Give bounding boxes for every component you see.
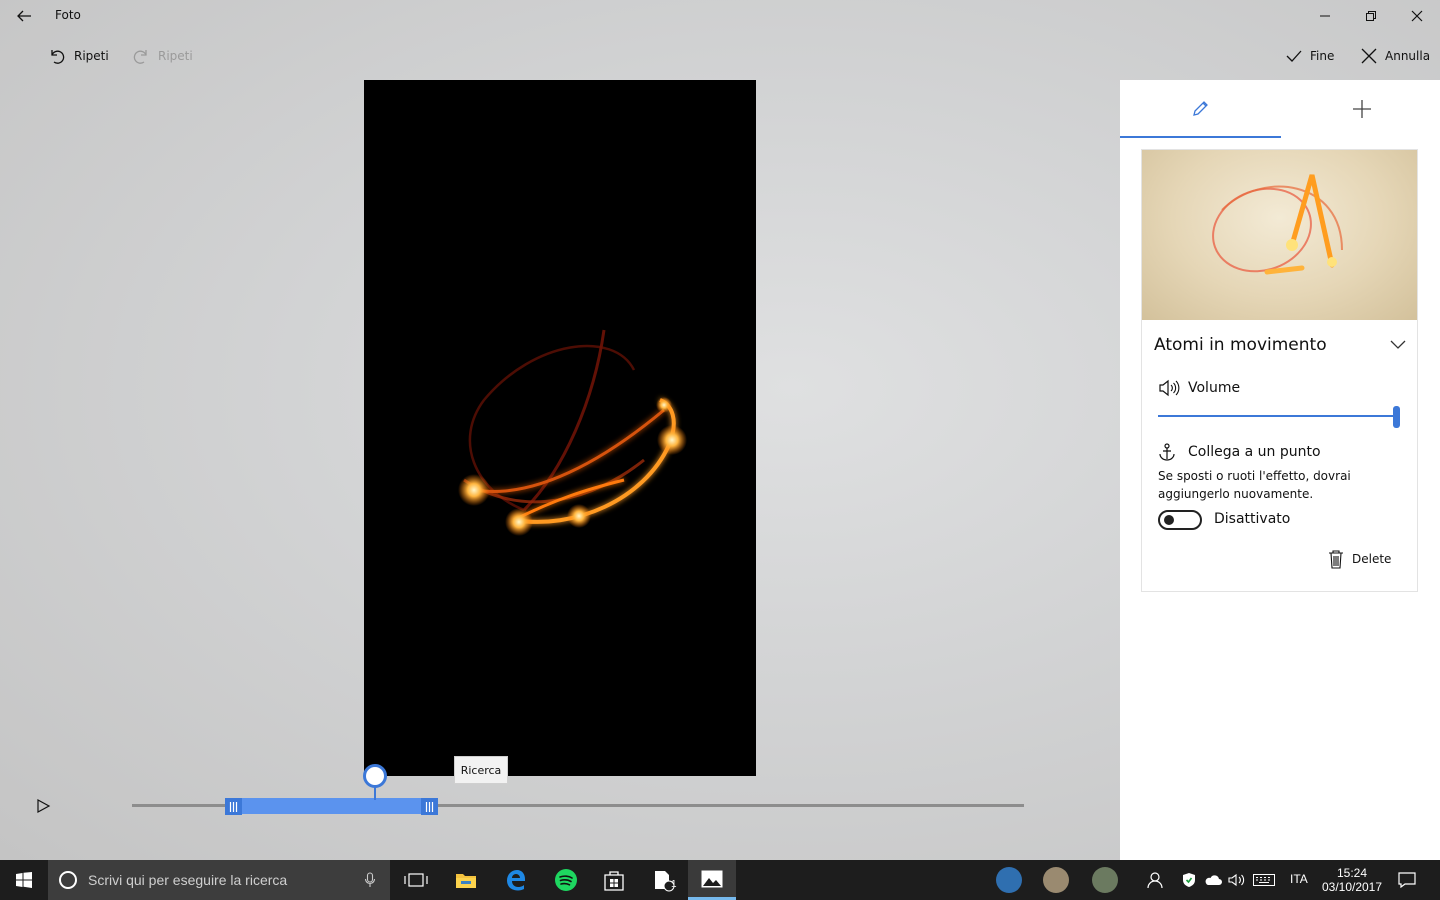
- title-bar: Foto: [0, 0, 1440, 32]
- effect-preview-graphic: [1212, 174, 1343, 275]
- video-preview[interactable]: [364, 80, 756, 776]
- task-view-button[interactable]: [392, 860, 440, 900]
- volume-icon: [1158, 379, 1180, 401]
- anchor-label: Collega a un punto: [1188, 444, 1321, 460]
- anchor-toggle[interactable]: [1158, 510, 1202, 530]
- action-center-button[interactable]: [1392, 860, 1422, 900]
- tab-edit[interactable]: [1120, 80, 1281, 138]
- undo-label: Ripeti: [74, 49, 109, 63]
- pencil-icon: [1192, 101, 1208, 116]
- clock-time: 15:24: [1336, 866, 1368, 880]
- document-badge: 1: [671, 879, 677, 890]
- cortana-icon: [59, 871, 77, 889]
- search-placeholder: Scrivi qui per eseguire la ricerca: [88, 872, 288, 888]
- play-button[interactable]: [34, 797, 52, 815]
- done-button[interactable]: Fine: [1286, 44, 1334, 68]
- redo-button[interactable]: Ripeti: [132, 44, 193, 68]
- volume-tray-button[interactable]: [1226, 860, 1248, 900]
- folder-icon: [456, 874, 476, 888]
- scrubber-handle[interactable]: [363, 764, 387, 788]
- anchor-icon: [1158, 443, 1176, 465]
- grip-icon: [229, 801, 238, 812]
- windows-logo-icon: [16, 872, 32, 888]
- effect-card: Atomi in movimento Volume Collega a un p…: [1141, 149, 1418, 592]
- back-arrow-icon: [17, 10, 31, 22]
- notification-icon: [1398, 872, 1416, 888]
- photos-app-window: Foto Ripeti Ripeti Fine Annulla Ricerca …: [0, 0, 1440, 860]
- close-button[interactable]: [1394, 0, 1440, 32]
- spotify-icon: [555, 869, 577, 891]
- toggle-state-label: Disattivato: [1214, 511, 1291, 527]
- photos-icon: [701, 870, 723, 887]
- checkmark-icon: [1286, 50, 1302, 62]
- done-label: Fine: [1310, 49, 1335, 63]
- store-button[interactable]: [590, 860, 638, 900]
- contact-avatar-1[interactable]: [996, 867, 1022, 893]
- keyboard-tray-button[interactable]: [1250, 860, 1278, 900]
- taskbar: Scrivi qui per eseguire la ricerca 1 ITA: [0, 860, 1440, 900]
- minimize-button[interactable]: [1302, 0, 1348, 32]
- delete-label: Delete: [1352, 552, 1392, 566]
- cancel-label: Annulla: [1385, 49, 1431, 63]
- contact-avatar-2[interactable]: [1043, 867, 1069, 893]
- scrubber-tooltip: Ricerca: [454, 756, 508, 784]
- volume-slider-track[interactable]: [1158, 415, 1398, 417]
- documents-button[interactable]: 1: [640, 860, 688, 900]
- clock-button[interactable]: 15:24 03/10/2017: [1318, 860, 1386, 900]
- input-language[interactable]: ITA: [1290, 872, 1308, 886]
- undo-button[interactable]: Ripeti: [48, 44, 109, 68]
- play-icon: [37, 798, 51, 814]
- redo-icon: [133, 50, 147, 64]
- sparkler-effect-graphic: [458, 329, 687, 536]
- spotify-button[interactable]: [542, 860, 590, 900]
- clock-date: 03/10/2017: [1321, 880, 1383, 894]
- anchor-description: Se sposti o ruoti l'effetto, dovrai aggi…: [1158, 469, 1351, 501]
- effects-panel: Atomi in movimento Volume Collega a un p…: [1120, 80, 1440, 860]
- onedrive-tray-button[interactable]: [1202, 860, 1224, 900]
- speaker-icon: [1228, 873, 1245, 887]
- keyboard-icon: [1253, 874, 1275, 886]
- chevron-down-icon: [1390, 340, 1406, 349]
- restore-button[interactable]: [1348, 0, 1394, 32]
- tab-add[interactable]: [1281, 80, 1440, 138]
- range-start-handle[interactable]: [225, 798, 242, 815]
- plus-icon: [1352, 100, 1371, 118]
- store-bag-icon: [604, 871, 624, 891]
- start-button[interactable]: [0, 860, 48, 900]
- cancel-x-icon: [1361, 48, 1377, 64]
- effect-dropdown-button[interactable]: [1390, 336, 1406, 356]
- photos-app-button[interactable]: [688, 860, 736, 900]
- delete-button[interactable]: Delete: [1328, 549, 1391, 569]
- edge-icon: [507, 870, 525, 891]
- contact-avatar-3[interactable]: [1092, 867, 1118, 893]
- people-button[interactable]: [1140, 860, 1168, 900]
- task-view-icon: [404, 873, 428, 887]
- file-explorer-button[interactable]: [442, 860, 490, 900]
- microphone-icon[interactable]: [364, 872, 376, 888]
- undo-icon: [51, 50, 65, 64]
- toggle-knob: [1164, 515, 1174, 525]
- cancel-button[interactable]: Annulla: [1361, 44, 1430, 68]
- trash-icon: [1329, 550, 1343, 569]
- people-icon: [1147, 872, 1163, 889]
- edge-browser-button[interactable]: [492, 860, 540, 900]
- effect-duration-range[interactable]: [226, 798, 438, 814]
- volume-label: Volume: [1188, 380, 1241, 396]
- minimize-icon: [1320, 15, 1330, 17]
- defender-tray-button[interactable]: [1178, 860, 1200, 900]
- shield-icon: [1183, 873, 1195, 887]
- app-title: Foto: [55, 8, 81, 22]
- back-button[interactable]: [8, 0, 40, 32]
- close-icon: [1411, 10, 1423, 22]
- cloud-icon: [1205, 875, 1222, 885]
- taskbar-search-box[interactable]: Scrivi qui per eseguire la ricerca: [48, 860, 390, 900]
- effect-name: Atomi in movimento: [1154, 335, 1327, 355]
- effect-thumbnail[interactable]: [1142, 150, 1417, 320]
- volume-slider-thumb[interactable]: [1393, 406, 1400, 428]
- restore-icon: [1366, 11, 1376, 21]
- redo-label: Ripeti: [158, 49, 193, 63]
- grip-icon: [425, 801, 434, 812]
- range-end-handle[interactable]: [421, 798, 438, 815]
- scrubber-line: [374, 786, 376, 800]
